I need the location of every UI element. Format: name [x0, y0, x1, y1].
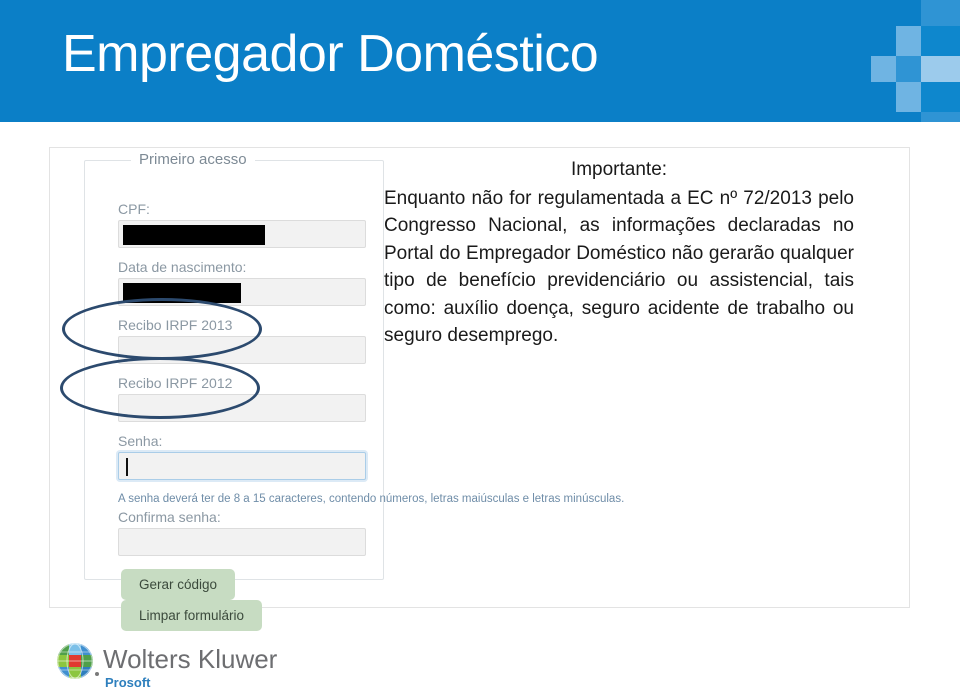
primeiro-acesso-fieldset: Primeiro acesso CPF: Data de nascimento:… [84, 151, 624, 631]
field-data-nascimento: Data de nascimento: [118, 259, 366, 306]
password-help-text: A senha deverá ter de 8 a 15 caracteres,… [118, 493, 625, 505]
cpf-redaction-bar [123, 225, 265, 245]
page-header: Empregador Doméstico [0, 0, 960, 122]
fieldset-legend: Primeiro acesso [131, 151, 255, 168]
recibo-irpf-2013-input[interactable] [118, 336, 366, 364]
limpar-formulario-button[interactable]: Limpar formulário [121, 600, 263, 631]
important-notice-heading: Importante: [570, 159, 668, 180]
confirma-senha-input[interactable] [118, 528, 366, 556]
text-caret [126, 458, 128, 476]
recibo-irpf-2012-input[interactable] [118, 394, 366, 422]
brand-name: Wolters Kluwer [103, 644, 278, 674]
important-notice-body: Enquanto não for regulamentada a EC nº 7… [384, 187, 854, 347]
field-label-recibo-irpf-2012: Recibo IRPF 2012 [118, 375, 233, 391]
senha-input[interactable] [118, 452, 366, 480]
field-confirma-senha: Confirma senha: [118, 509, 366, 556]
page-title: Empregador Doméstico [62, 25, 599, 83]
field-label-confirma-senha: Confirma senha: [118, 509, 221, 525]
gerar-codigo-button[interactable]: Gerar código [121, 569, 236, 600]
wolters-kluwer-globe-icon [57, 643, 93, 679]
field-label-recibo-irpf-2013: Recibo IRPF 2013 [118, 317, 233, 333]
slide-root: Empregador Doméstico Primeiro acesso CPF… [0, 0, 960, 692]
field-label-data-nascimento: Data de nascimento: [118, 259, 247, 275]
important-notice: Importante: Enquanto não for regulamenta… [384, 156, 854, 350]
field-label-senha: Senha: [118, 433, 163, 449]
field-cpf: CPF: [118, 201, 366, 248]
cpf-input[interactable] [118, 220, 366, 248]
logo-period-dot [95, 672, 99, 676]
data-nascimento-redaction-bar [123, 283, 241, 303]
field-recibo-irpf-2013: Recibo IRPF 2013 [118, 317, 366, 364]
sub-brand-name: Prosoft [105, 675, 151, 690]
form-button-row: Gerar código Limpar formulário [121, 569, 383, 631]
field-label-cpf: CPF: [118, 201, 150, 217]
data-nascimento-input[interactable] [118, 278, 366, 306]
field-recibo-irpf-2012: Recibo IRPF 2012 [118, 375, 366, 422]
field-senha: Senha: [118, 433, 366, 480]
